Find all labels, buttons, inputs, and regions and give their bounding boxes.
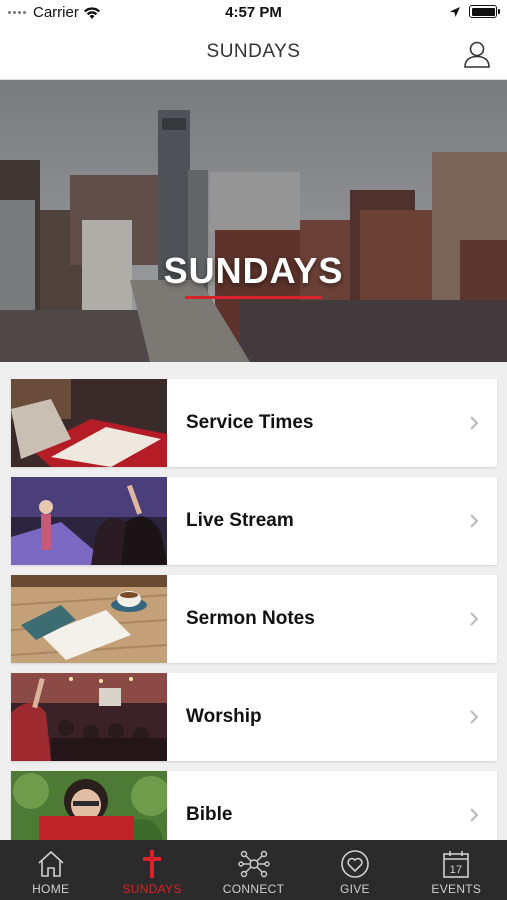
menu-item-label: Service Times (186, 412, 314, 433)
status-bar: Carrier 4:57 PM (0, 0, 507, 28)
home-icon (38, 850, 64, 877)
tab-label: GIVE (339, 882, 370, 896)
profile-button[interactable] (461, 38, 493, 70)
city-skyline-photo (0, 80, 507, 362)
tab-bar: HOME SUNDAYS CONNECT GIVE 17 EVENTS (0, 840, 507, 900)
tab-events[interactable]: 17 EVENTS (406, 840, 507, 900)
menu-list: Service Times Live Stream Sermon Notes W… (11, 379, 497, 869)
concert-stage-photo (11, 477, 167, 565)
tab-label: HOME (32, 882, 70, 896)
worship-crowd-photo (11, 673, 167, 761)
navigation-bar: SUNDAYS (0, 28, 507, 80)
menu-item-service-times[interactable]: Service Times (11, 379, 497, 467)
notebook-coffee-photo (11, 575, 167, 663)
menu-item-live-stream[interactable]: Live Stream (11, 477, 497, 565)
hero-title: SUNDAYS (163, 250, 344, 291)
chevron-right-icon (470, 710, 479, 724)
tab-label: SUNDAYS (122, 882, 182, 896)
tab-connect[interactable]: CONNECT (203, 840, 304, 900)
cross-icon (143, 850, 162, 878)
location-arrow-icon (450, 6, 460, 17)
page-title: SUNDAYS (206, 41, 301, 62)
menu-item-worship[interactable]: Worship (11, 673, 497, 761)
calendar-day: 17 (450, 864, 463, 876)
hero-underline (185, 296, 322, 299)
calendar-icon: 17 (443, 851, 470, 878)
menu-item-label: Sermon Notes (186, 608, 315, 629)
heart-icon (341, 850, 369, 878)
tab-give[interactable]: GIVE (304, 840, 405, 900)
network-icon (237, 850, 270, 878)
chevron-right-icon (470, 612, 479, 626)
chevron-right-icon (470, 808, 479, 822)
battery-icon (469, 5, 500, 18)
hero-banner: SUNDAYS (0, 80, 507, 362)
tab-label: EVENTS (431, 882, 482, 896)
tab-sundays[interactable]: SUNDAYS (101, 840, 202, 900)
menu-item-label: Worship (186, 706, 262, 727)
menu-item-sermon-notes[interactable]: Sermon Notes (11, 575, 497, 663)
user-profile-icon (464, 41, 490, 68)
status-time: 4:57 PM (225, 4, 282, 21)
tab-home[interactable]: HOME (0, 840, 101, 900)
tab-label: CONNECT (222, 882, 285, 896)
chevron-right-icon (470, 416, 479, 430)
menu-item-label: Live Stream (186, 510, 294, 531)
chevron-right-icon (470, 514, 479, 528)
open-bible-photo (11, 379, 167, 467)
